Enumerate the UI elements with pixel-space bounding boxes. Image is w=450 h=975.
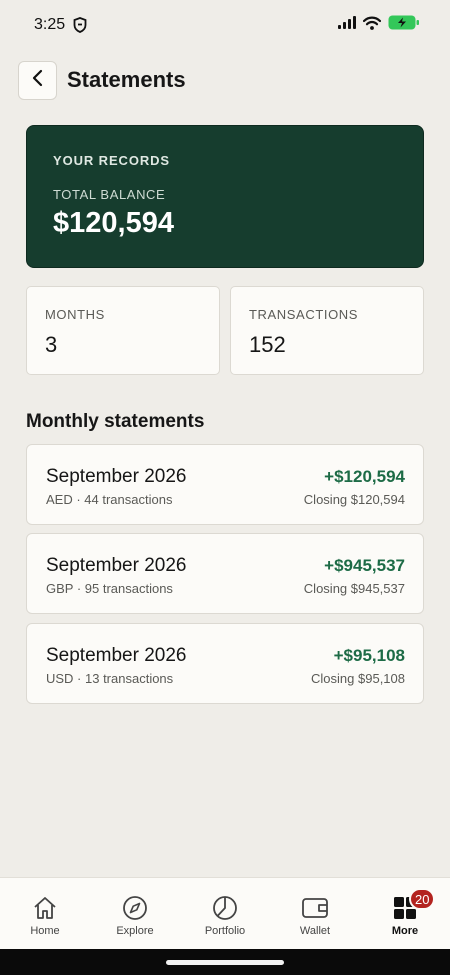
home-icon [32, 895, 58, 921]
nav-item-more[interactable]: 20 More [360, 878, 450, 949]
statement-amount: +$95,108 [333, 646, 405, 665]
stat-value: 3 [45, 332, 58, 357]
statement-row[interactable]: September 2026 USD · 13 transactions +$9… [26, 623, 424, 704]
statement-month: September 2026 [46, 645, 187, 666]
nav-item-explore[interactable]: Explore [90, 878, 180, 949]
nav-label: More [391, 925, 419, 937]
statement-subtitle: AED · 44 transactions [46, 492, 173, 507]
months-stat-card: MONTHS 3 [26, 286, 220, 375]
status-indicators [338, 15, 420, 35]
nav-item-portfolio[interactable]: Portfolio [180, 878, 270, 949]
notification-badge: 20 [409, 888, 436, 910]
page-title: Statements [67, 67, 186, 92]
stat-value: 152 [249, 332, 286, 357]
wallet-icon [301, 895, 329, 921]
statement-month: September 2026 [46, 466, 187, 487]
nav-label: Wallet [299, 925, 331, 937]
statement-month: September 2026 [46, 555, 187, 576]
statement-subtitle: GBP · 95 transactions [46, 581, 173, 596]
nav-label: Home [30, 925, 60, 937]
status-time: 3:25 [34, 16, 66, 33]
home-indicator[interactable] [166, 960, 284, 965]
back-button[interactable] [18, 60, 57, 100]
statement-row[interactable]: September 2026 GBP · 95 transactions +$9… [26, 533, 424, 614]
balance-label: TOTAL BALANCE [53, 187, 166, 202]
transactions-stat-card: TRANSACTIONS 152 [230, 286, 424, 375]
nav-item-wallet[interactable]: Wallet [270, 878, 360, 949]
statement-row[interactable]: September 2026 AED · 44 transactions +$1… [26, 444, 424, 525]
balance-value: $120,594 [53, 207, 174, 239]
bottom-nav: Home Explore Portfolio Wallet 20 More [0, 877, 450, 949]
nav-label: Portfolio [204, 925, 246, 937]
stat-label: MONTHS [45, 307, 105, 322]
statement-closing: Closing $95,108 [311, 671, 405, 686]
home-indicator-area [0, 949, 450, 975]
statement-subtitle: USD · 13 transactions [46, 671, 174, 686]
balance-card: YOUR RECORDS TOTAL BALANCE $120,594 [26, 125, 424, 268]
nav-item-home[interactable]: Home [0, 878, 90, 949]
pie-chart-icon [212, 895, 238, 921]
balance-card-kicker: YOUR RECORDS [53, 153, 170, 168]
wifi-icon [362, 16, 382, 35]
stat-label: TRANSACTIONS [249, 307, 359, 322]
shield-icon [73, 17, 87, 38]
cellular-signal-icon [338, 16, 356, 34]
battery-charging-icon [388, 15, 420, 35]
statement-closing: Closing $945,537 [303, 581, 405, 596]
section-title: Monthly statements [26, 411, 205, 432]
chevron-left-icon [31, 69, 45, 92]
statement-amount: +$945,537 [324, 556, 405, 575]
statement-amount: +$120,594 [324, 467, 405, 486]
statement-closing: Closing $120,594 [303, 492, 405, 507]
status-bar: 3:25 [0, 0, 450, 52]
header: Statements [18, 60, 186, 100]
compass-icon [122, 895, 148, 921]
nav-label: Explore [116, 925, 154, 937]
